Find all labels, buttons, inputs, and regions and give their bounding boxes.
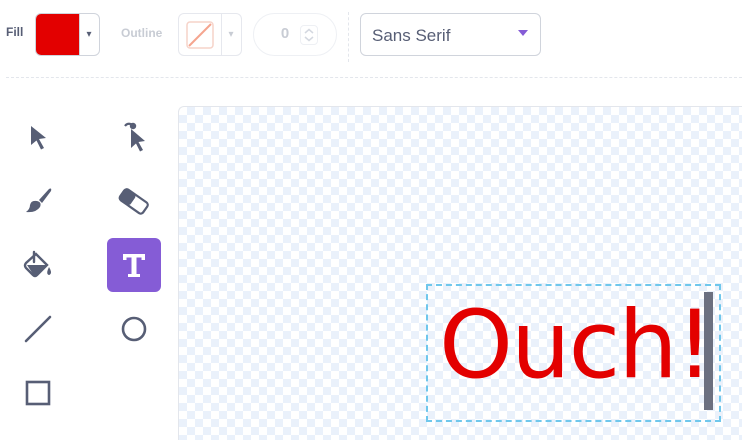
fill-dropdown-icon[interactable]: ▾ xyxy=(79,14,99,55)
outline-width-input[interactable]: 0 xyxy=(253,13,337,56)
fill-label: Fill xyxy=(6,25,24,39)
arrow-cursor-icon xyxy=(31,126,46,150)
paint-bucket-icon xyxy=(23,250,51,278)
outline-color-swatch[interactable] xyxy=(179,14,222,55)
line-tool[interactable] xyxy=(11,302,65,356)
outline-width-value[interactable]: 0 xyxy=(276,25,294,42)
font-dropdown-icon xyxy=(518,30,528,36)
toolbar-divider xyxy=(348,12,349,62)
rectangle-tool[interactable] xyxy=(11,366,65,420)
width-stepper-icon[interactable] xyxy=(300,25,318,45)
brush-tool[interactable] xyxy=(11,174,65,228)
circle-icon xyxy=(121,316,147,342)
font-name: Sans Serif xyxy=(372,26,451,45)
text-cursor xyxy=(704,292,713,410)
brush-icon xyxy=(26,188,52,213)
rectangle-icon xyxy=(25,380,51,406)
reshape-cursor-icon xyxy=(124,122,145,152)
drawing-canvas[interactable]: Ouch! xyxy=(178,106,742,440)
fill-color-picker[interactable]: ▾ xyxy=(35,13,100,56)
outline-label: Outline xyxy=(121,26,163,40)
text-selection-box[interactable]: Ouch! xyxy=(426,284,721,422)
toolbar-bottom-divider xyxy=(6,77,742,78)
reshape-tool[interactable] xyxy=(107,110,161,164)
circle-tool[interactable] xyxy=(107,302,161,356)
fill-color-swatch[interactable] xyxy=(36,14,80,55)
text-tool[interactable] xyxy=(107,238,161,292)
text-t-icon xyxy=(123,254,145,277)
eraser-icon xyxy=(118,188,149,215)
outline-color-picker[interactable]: ▾ xyxy=(178,13,242,56)
fill-tool[interactable] xyxy=(11,238,65,292)
canvas-text[interactable]: Ouch! xyxy=(439,296,714,396)
select-tool[interactable] xyxy=(11,110,65,164)
toolbar: Fill ▾ Outline ▾ 0 Sans Serif xyxy=(0,0,742,70)
no-color-icon xyxy=(186,20,214,49)
font-dropdown[interactable]: Sans Serif xyxy=(360,13,541,56)
outline-dropdown-icon[interactable]: ▾ xyxy=(221,14,241,55)
eraser-tool[interactable] xyxy=(107,174,161,228)
line-icon xyxy=(24,315,52,343)
